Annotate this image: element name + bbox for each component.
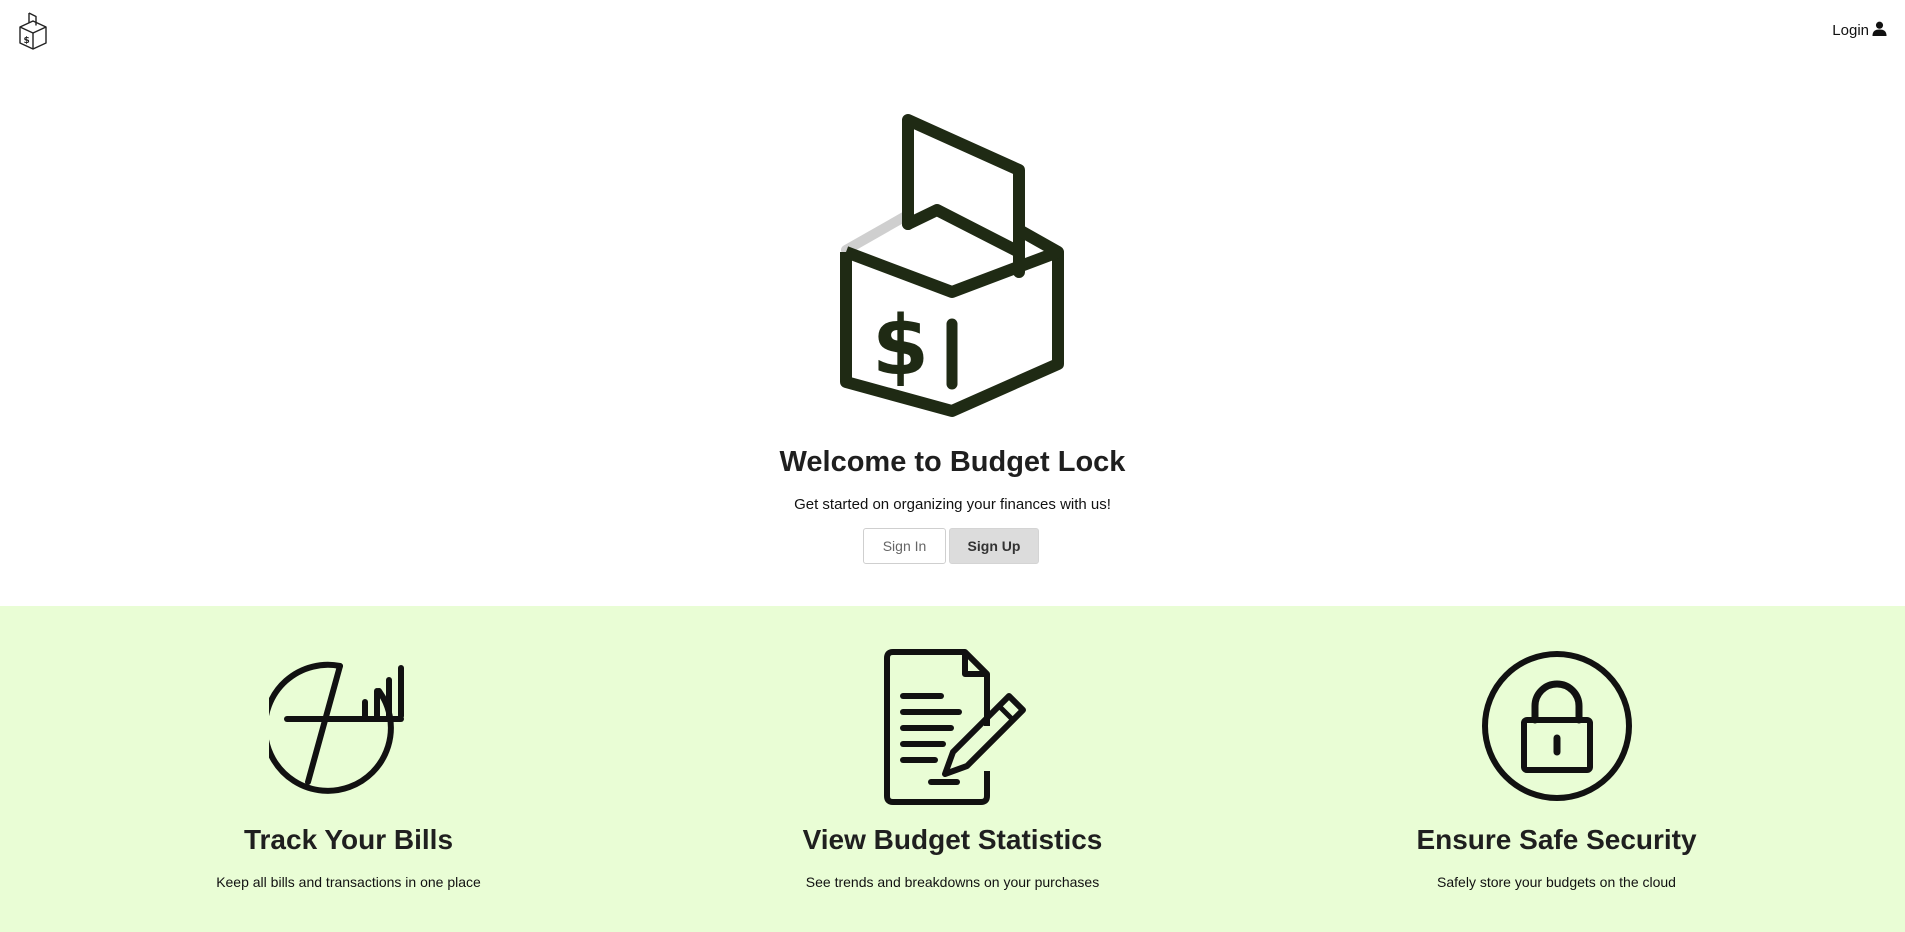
sign-in-button[interactable]: Sign In xyxy=(863,528,946,564)
landing-page: $ Login $ Welcome to Budget Lock Get sta… xyxy=(0,0,1905,932)
pie-bar-chart-icon xyxy=(261,646,429,806)
page-title: Welcome to Budget Lock xyxy=(779,446,1126,478)
budget-box-icon: $ xyxy=(834,112,1068,420)
hero-subtitle: Get started on organizing your finances … xyxy=(794,496,1111,513)
feature-track-bills: Track Your Bills Keep all bills and tran… xyxy=(31,606,666,932)
sign-up-button[interactable]: Sign Up xyxy=(949,528,1039,564)
budget-box-icon[interactable]: $ xyxy=(17,12,49,50)
feature-title: View Budget Statistics xyxy=(802,824,1103,855)
features-section: Track Your Bills Keep all bills and tran… xyxy=(0,606,1905,932)
login-link[interactable]: Login xyxy=(1832,21,1887,40)
feature-title: Track Your Bills xyxy=(243,824,454,855)
feature-description: See trends and breakdowns on your purcha… xyxy=(805,874,1100,890)
feature-description: Keep all bills and transactions in one p… xyxy=(216,874,481,890)
lock-circle-icon xyxy=(1477,646,1637,806)
auth-buttons: Sign In Sign Up xyxy=(863,528,1039,564)
login-label: Login xyxy=(1832,22,1869,39)
svg-text:$: $ xyxy=(872,299,929,394)
feature-budget-statistics: View Budget Statistics See trends and br… xyxy=(635,606,1270,932)
user-icon xyxy=(1872,21,1887,40)
feature-title: Ensure Safe Security xyxy=(1416,824,1697,855)
top-bar: $ Login xyxy=(0,0,1905,62)
feature-description: Safely store your budgets on the cloud xyxy=(1437,874,1676,890)
svg-text:$: $ xyxy=(24,36,30,46)
document-pen-icon xyxy=(873,646,1033,806)
feature-safe-security: Ensure Safe Security Safely store your b… xyxy=(1239,606,1874,932)
hero-section: $ Welcome to Budget Lock Get started on … xyxy=(0,62,1905,606)
